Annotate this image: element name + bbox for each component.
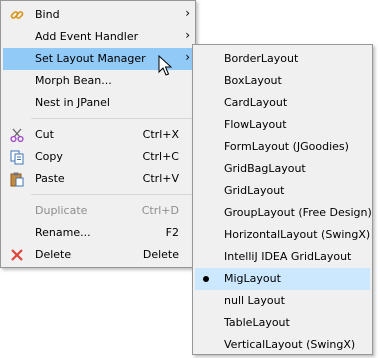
menu-item-delete[interactable]: Delete Delete [3,244,193,266]
layout-option-label: VerticalLayout (SwingX) [224,338,356,351]
layout-option-intellij-gridlayout[interactable]: IntelliJ IDEA GridLayout [195,246,370,268]
submenu-arrow-icon: › [185,28,190,42]
layout-option-formlayout[interactable]: FormLayout (JGoodies) [195,136,370,158]
layout-manager-submenu: BorderLayout BoxLayout CardLayout FlowLa… [192,44,373,355]
shortcut-label: Ctrl+V [142,172,179,185]
layout-option-label: CardLayout [224,96,288,109]
mouse-pointer-icon [158,54,173,77]
menu-item-label: Delete [35,248,72,261]
delete-x-icon [9,247,25,263]
context-menu: Bind › Add Event Handler › Set Layout Ma… [0,0,196,268]
menu-item-label: Bind [35,8,60,21]
layout-option-grouplayout[interactable]: GroupLayout (Free Design) [195,202,372,224]
layout-option-label: FormLayout (JGoodies) [224,140,349,153]
menu-item-label: Rename... [35,226,91,239]
layout-option-label: null Layout [224,294,285,307]
layout-option-label: BorderLayout [224,52,299,65]
menu-item-label: Nest in JPanel [35,96,110,109]
scissors-icon [9,127,25,143]
copy-icon [9,149,25,165]
layout-option-label: GroupLayout (Free Design) [224,206,372,219]
layout-option-null-layout[interactable]: null Layout [195,290,370,312]
layout-option-label: MigLayout [224,272,281,285]
menu-item-add-event-handler[interactable]: Add Event Handler › [3,26,193,48]
layout-option-flowlayout[interactable]: FlowLayout [195,114,370,136]
layout-option-borderlayout[interactable]: BorderLayout [195,48,370,70]
layout-option-verticallayout[interactable]: VerticalLayout (SwingX) [195,334,370,356]
menu-item-label: Morph Bean... [35,74,112,87]
menu-item-cut[interactable]: Cut Ctrl+X [3,124,193,146]
menu-item-label: Copy [35,150,63,163]
layout-option-label: GridBagLayout [224,162,306,175]
submenu-arrow-icon: › [185,6,190,20]
layout-option-label: BoxLayout [224,74,282,87]
shortcut-label: Ctrl+X [142,128,179,141]
layout-option-gridlayout[interactable]: GridLayout [195,180,370,202]
menu-item-bind[interactable]: Bind › [3,4,193,26]
layout-option-miglayout[interactable]: MigLayout [195,268,370,290]
menu-item-label: Add Event Handler [35,30,139,43]
menu-item-label: Cut [35,128,54,141]
menu-item-nest-in-jpanel[interactable]: Nest in JPanel [3,92,193,114]
layout-option-label: IntelliJ IDEA GridLayout [224,250,352,263]
layout-option-label: FlowLayout [224,118,287,131]
layout-option-tablelayout[interactable]: TableLayout [195,312,370,334]
layout-option-boxlayout[interactable]: BoxLayout [195,70,370,92]
shortcut-label: Ctrl+D [141,204,179,217]
shortcut-label: Delete [142,248,179,261]
paste-icon [9,171,25,187]
layout-option-label: TableLayout [224,316,290,329]
menu-item-copy[interactable]: Copy Ctrl+C [3,146,193,168]
menu-separator [31,118,192,119]
layout-option-label: GridLayout [224,184,285,197]
layout-option-gridbaglayout[interactable]: GridBagLayout [195,158,370,180]
layout-option-label: HorizontalLayout (SwingX) [224,228,371,241]
shortcut-label: Ctrl+C [142,150,179,163]
menu-item-paste[interactable]: Paste Ctrl+V [3,168,193,190]
menu-item-label: Set Layout Manager [35,52,146,65]
shortcut-label: F2 [165,226,179,239]
menu-separator [31,194,192,195]
menu-item-rename[interactable]: Rename... F2 [3,222,193,244]
menu-item-label: Duplicate [35,204,88,217]
menu-item-label: Paste [35,172,65,185]
layout-option-cardlayout[interactable]: CardLayout [195,92,370,114]
link-icon [9,7,25,23]
menu-item-duplicate[interactable]: Duplicate Ctrl+D [3,200,193,222]
layout-option-horizontallayout[interactable]: HorizontalLayout (SwingX) [195,224,370,246]
submenu-arrow-icon: › [185,50,190,64]
selected-radio-dot-icon [203,276,209,282]
